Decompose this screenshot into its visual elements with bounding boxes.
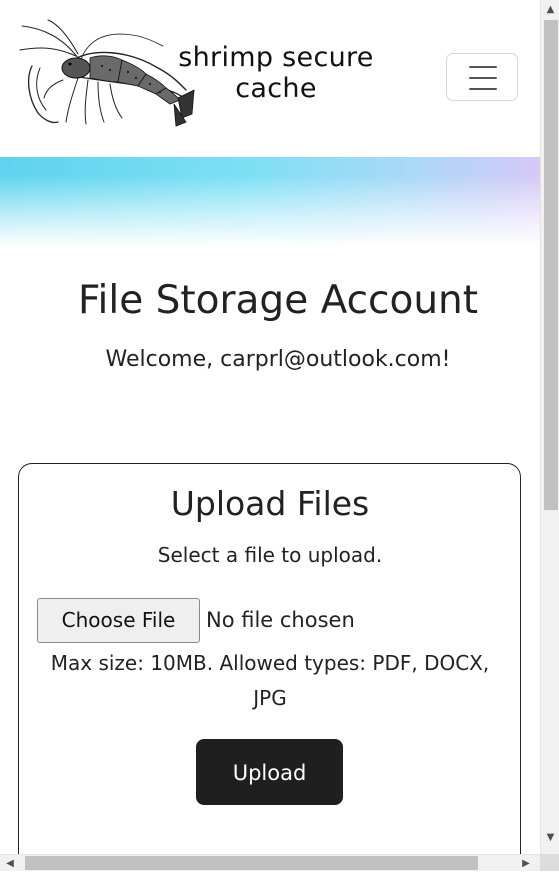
scroll-up-arrow-icon[interactable]: ▲: [541, 2, 559, 18]
vertical-scrollbar[interactable]: ▲ ▼: [540, 0, 559, 854]
scroll-left-arrow-icon[interactable]: ◀: [2, 855, 18, 872]
brand-name[interactable]: shrimp secure cache: [150, 42, 402, 104]
upload-card-subtitle: Select a file to upload.: [157, 543, 383, 567]
upload-button[interactable]: Upload: [196, 739, 343, 805]
site-header: shrimp secure cache: [0, 0, 540, 157]
navbar-toggle-button[interactable]: [446, 53, 518, 101]
scroll-down-arrow-icon[interactable]: ▼: [541, 830, 559, 846]
gradient-banner: [0, 157, 540, 247]
welcome-message: Welcome, carprl@outlook.com!: [105, 347, 451, 372]
scroll-right-arrow-icon[interactable]: ▶: [518, 855, 534, 872]
page-title: File Storage Account: [77, 278, 479, 323]
scrollbar-corner: [540, 854, 559, 871]
brand-line-1: shrimp secure: [178, 42, 374, 73]
choose-file-button[interactable]: Choose File: [37, 598, 200, 643]
vertical-scroll-thumb[interactable]: [544, 20, 558, 510]
page-viewport: shrimp secure cache File Storage Account…: [0, 0, 540, 854]
upload-card-title: Upload Files: [170, 484, 370, 523]
brand-line-2: cache: [235, 73, 317, 104]
file-status-text: No file chosen: [206, 608, 355, 632]
horizontal-scroll-thumb[interactable]: [25, 856, 478, 870]
horizontal-scrollbar[interactable]: ◀ ▶: [0, 854, 540, 871]
upload-hint: Max size: 10MB. Allowed types: PDF, DOCX…: [50, 651, 490, 710]
